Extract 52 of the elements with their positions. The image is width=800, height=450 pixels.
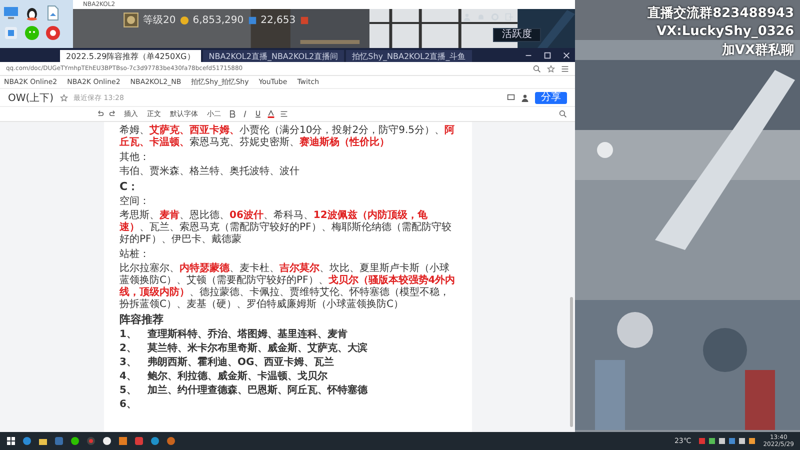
list-number: 1、 [120, 329, 138, 341]
monitor-icon[interactable] [3, 5, 19, 21]
tray-icons-drawing[interactable] [697, 436, 758, 446]
maximize-icon[interactable] [543, 51, 552, 60]
section-heading: 阵容推荐 [120, 314, 164, 326]
bold-icon[interactable] [228, 110, 236, 118]
windows-icon[interactable] [6, 436, 16, 446]
italic-icon[interactable] [241, 110, 249, 118]
paragraph: 希姆、艾萨克、西亚卡姆、小贾伦（满分10分，投射2分，防守9.5分）、阿丘瓦、卡温顿、索恩马克、芬妮史密斯、赛迪斯杨（性价比） [120, 125, 456, 149]
menu-icon[interactable] [561, 64, 569, 72]
list-item-text: 查理斯科特、乔治、塔图姆、基里连科、麦肯 [148, 329, 348, 341]
underline-icon[interactable] [254, 110, 262, 118]
close-icon[interactable] [562, 51, 571, 60]
list-number: 3、 [120, 357, 138, 369]
comment-icon[interactable] [507, 94, 515, 102]
user-icon[interactable] [521, 94, 529, 102]
list-number: 4、 [120, 371, 138, 383]
list-item-text: 弗朗西斯、霍利迪、OG、西亚卡姆、瓦兰 [148, 357, 334, 369]
section-label: 其他： [120, 152, 150, 164]
section-label: 站桩： [120, 249, 150, 261]
redo-icon[interactable] [109, 110, 117, 118]
browser-tab[interactable]: 2022.5.29阵容推荐（单4250XG） [60, 50, 201, 62]
browser-tab[interactable]: NBA2KOL2直播_NBA2KOL2直播间 [202, 50, 344, 62]
scrollbar[interactable] [570, 297, 573, 427]
share-button[interactable]: 分享 [535, 92, 567, 104]
list-number: 5、 [120, 385, 138, 397]
star-icon[interactable] [547, 64, 555, 72]
undo-icon[interactable] [96, 110, 104, 118]
section-label: 空间： [120, 196, 150, 208]
file-icon[interactable] [45, 5, 61, 21]
stream-caption: VX:LuckyShy_0326 [656, 24, 794, 39]
list-item-text: 加兰、约什理查德森、巴恩斯、阿丘瓦、怀特塞德 [148, 385, 368, 397]
star-icon[interactable] [60, 94, 68, 102]
stream-caption: 加VX群私聊 [722, 42, 794, 59]
list-number: 2、 [120, 343, 138, 355]
paragraph: 韦伯、贾米森、格兰特、奥托波特、波什 [120, 166, 300, 178]
paragraph: 比尔拉塞尔、内特瑟蒙德、麦卡杜、吉尔莫尔、坎比、夏里斯卢卡斯（小球蓝领换防C）、艾顿（需要配防守较好的PF）、戈贝尔（骚版本较强势4外内线，顶级内防）、德拉蒙德、卡佩拉、贾维特艾伦、怀特塞德（模型不稳，扮拆蓝领C）、麦基（硬）、罗伯特威廉姆斯（小球蓝领换防C） [120, 263, 456, 311]
paragraph: 考思斯、麦肯、恩比德、06波什、希科马、12波佩兹（内防顶级，龟速）、瓦兰、索恩马克（需配防守较好的PF）、梅耶斯伦纳德（需配防守较好的PF）、伊巴卡、戴德蒙 [120, 210, 452, 246]
section-heading: C： [120, 181, 140, 193]
align-icon[interactable] [280, 110, 288, 118]
browser-tab[interactable]: 拍忆Shy_NBA2KOL2直播_斗鱼 [346, 50, 472, 62]
list-item-text: 鲍尔、利拉德、威金斯、卡温顿、戈贝尔 [148, 371, 328, 383]
text-color-icon[interactable] [267, 110, 275, 118]
stream-caption: 直播交流群823488943 [648, 4, 794, 22]
list-number: 6、 [120, 399, 138, 411]
document-title[interactable]: OW(上下) [8, 90, 54, 104]
circle-icon[interactable] [45, 25, 61, 41]
penguin-icon[interactable] [24, 5, 40, 21]
search-icon[interactable] [559, 110, 567, 118]
search-icon[interactable] [533, 64, 541, 72]
folder-icon[interactable] [38, 436, 48, 446]
list-item-text: 莫兰特、米卡尔布里奇斯、威金斯、艾萨克、大滨 [148, 343, 368, 355]
